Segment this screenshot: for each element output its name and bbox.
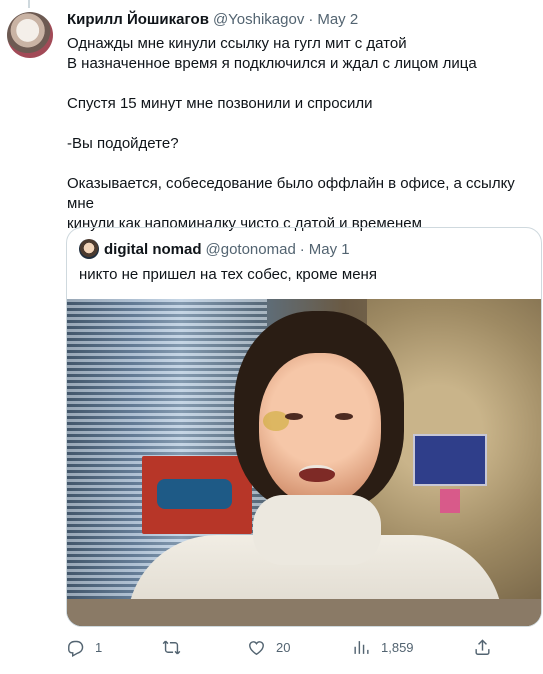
- reply-button[interactable]: 1: [66, 638, 102, 657]
- tweet-header: Кирилл Йошикагов @Yoshikagov · May 2: [67, 10, 537, 30]
- share-button[interactable]: [473, 638, 492, 657]
- reply-count: 1: [95, 640, 103, 655]
- tweet-line: Спустя 15 минут мне позвонили и спросили: [67, 95, 373, 112]
- media-mouth: [299, 465, 335, 482]
- retweet-icon: [162, 640, 181, 655]
- views-icon: [354, 641, 369, 654]
- like-count: 20: [276, 640, 291, 655]
- media-collar: [253, 495, 381, 565]
- author-avatar[interactable]: [7, 12, 53, 58]
- quoted-author-avatar: [79, 239, 99, 259]
- media-eye-left: [285, 413, 303, 420]
- retweet-button[interactable]: [162, 638, 191, 657]
- post-date[interactable]: May 2: [317, 10, 358, 30]
- tweet-actions: 1 20 1,859: [66, 638, 542, 660]
- header-separator: ·: [308, 11, 314, 28]
- media-table: [67, 599, 541, 626]
- tweet-line: Оказывается, собеседование было оффлайн …: [67, 175, 515, 212]
- media-box-emblem: [157, 479, 232, 509]
- reply-icon: [68, 640, 84, 657]
- tweet-line: Однажды мне кинули ссылку на гугл мит с …: [67, 35, 407, 52]
- author-name[interactable]: Кирилл Йошикагов: [67, 10, 209, 30]
- quoted-media-image[interactable]: [67, 299, 541, 626]
- tweet-line: -Вы подойдете?: [67, 135, 179, 152]
- quoted-post-date: May 1: [308, 240, 350, 258]
- quoted-tweet-text: никто не пришел на тех собес, кроме меня: [79, 266, 377, 283]
- views-count: 1,859: [381, 640, 414, 655]
- author-handle[interactable]: @Yoshikagov: [213, 10, 304, 30]
- quoted-author-name: digital nomad: [104, 240, 202, 258]
- like-icon: [249, 641, 264, 656]
- tweet-content: Кирилл Йошикагов @Yoshikagov · May 2 Одн…: [67, 10, 537, 234]
- tweet-text: Однажды мне кинули ссылку на гугл мит с …: [67, 34, 537, 234]
- like-button[interactable]: 20: [247, 638, 290, 657]
- quoted-header-separator: ·: [299, 240, 305, 258]
- quoted-tweet-header: digital nomad @gotonomad · May 1: [79, 239, 350, 259]
- thread-line: [28, 0, 30, 8]
- media-eye-right: [335, 413, 353, 420]
- views-button[interactable]: 1,859: [352, 638, 414, 657]
- media-sticker: [440, 489, 460, 513]
- quoted-author-handle: @gotonomad: [205, 240, 296, 258]
- share-icon: [475, 639, 490, 655]
- tweet-line: В назначенное время я подключился и ждал…: [67, 55, 477, 72]
- quoted-tweet[interactable]: digital nomad @gotonomad · May 1 никто н…: [66, 227, 542, 627]
- media-poster: [413, 434, 487, 486]
